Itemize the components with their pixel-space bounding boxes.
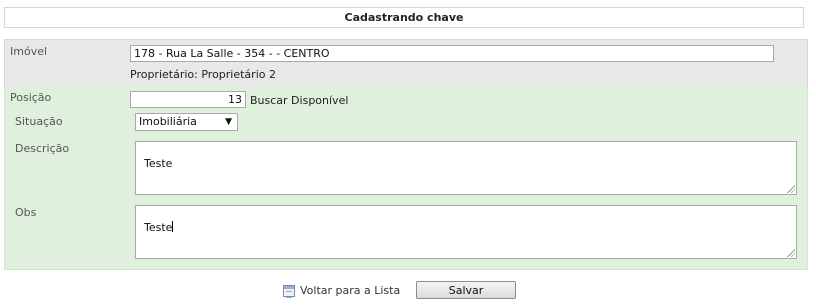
- situacao-label: Situação: [15, 115, 63, 128]
- posicao-label: Posição: [10, 91, 52, 104]
- obs-textarea[interactable]: Teste: [135, 205, 797, 259]
- imovel-input[interactable]: 178 - Rua La Salle - 354 - - CENTRO: [130, 45, 774, 62]
- save-button[interactable]: Salvar: [416, 281, 516, 299]
- obs-label: Obs: [15, 206, 37, 219]
- text-caret: [172, 221, 174, 232]
- resize-grip-icon[interactable]: [787, 185, 795, 193]
- posicao-input[interactable]: 13: [130, 91, 246, 108]
- descricao-label: Descrição: [15, 142, 70, 155]
- proprietario-text: Proprietário: Proprietário 2: [130, 68, 276, 81]
- page-title: Cadastrando chave: [4, 7, 804, 28]
- imovel-label: Imóvel: [10, 45, 48, 58]
- descricao-value: Teste: [144, 157, 173, 170]
- back-to-list-link[interactable]: Voltar para a Lista: [300, 284, 400, 297]
- situacao-select[interactable]: Imobiliária ▼: [135, 113, 238, 131]
- descricao-textarea[interactable]: Teste: [135, 141, 797, 195]
- obs-value: Teste: [144, 221, 173, 234]
- buscar-disponivel-link[interactable]: Buscar Disponível: [250, 94, 348, 107]
- page-title-text: Cadastrando chave: [344, 11, 464, 24]
- resize-grip-icon[interactable]: [787, 249, 795, 257]
- situacao-selected-value: Imobiliária: [139, 115, 197, 128]
- chevron-down-icon: ▼: [225, 117, 232, 127]
- list-icon[interactable]: [283, 285, 295, 298]
